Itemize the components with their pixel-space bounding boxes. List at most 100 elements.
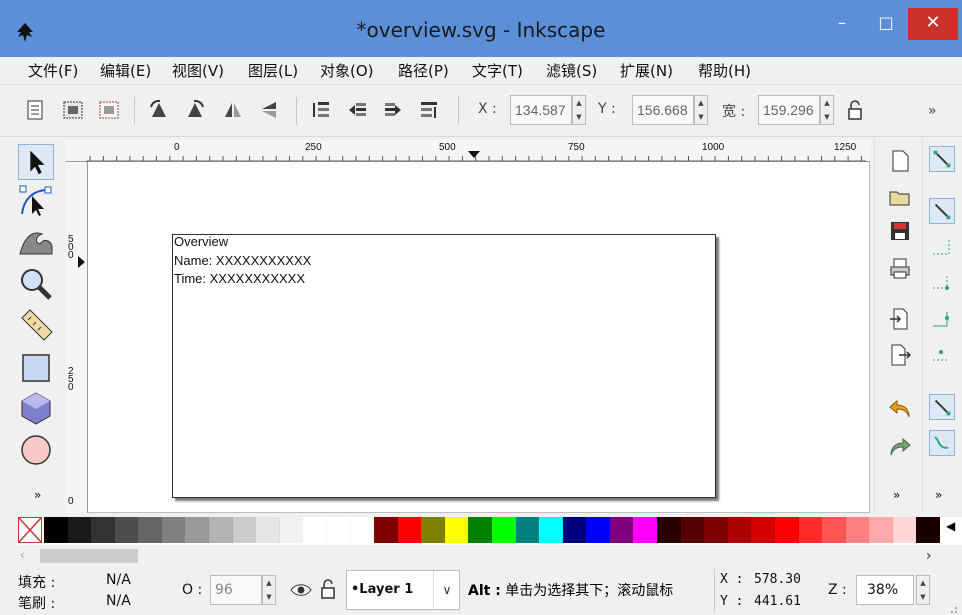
menu-extensions[interactable]: 扩展(N) xyxy=(618,60,675,82)
color-palette[interactable]: ◀ xyxy=(18,517,962,545)
snap-bbox-center-icon[interactable] xyxy=(929,340,955,366)
ellipse-tool[interactable] xyxy=(18,432,54,468)
node-tool[interactable] xyxy=(18,184,54,220)
3d-box-tool[interactable] xyxy=(18,390,54,426)
color-swatch[interactable] xyxy=(209,517,234,543)
scrollbar-thumb[interactable] xyxy=(40,549,138,563)
width-spinner[interactable]: ▲ ▼ xyxy=(820,95,834,125)
color-swatch[interactable] xyxy=(869,517,894,543)
raise-icon[interactable] xyxy=(346,99,368,121)
select-all-icon[interactable] xyxy=(24,99,46,121)
opacity-spinner[interactable]: ▲ ▼ xyxy=(262,575,276,605)
menu-path[interactable]: 路径(P) xyxy=(396,60,451,82)
menu-filters[interactable]: 滤镜(S) xyxy=(544,60,599,82)
color-swatch[interactable] xyxy=(138,517,163,543)
color-swatch[interactable] xyxy=(539,517,564,543)
overview-heading-text[interactable]: Overview xyxy=(174,234,228,249)
toolbox-overflow-button[interactable]: » xyxy=(34,488,41,502)
zoom-tool[interactable] xyxy=(18,266,54,302)
palette-menu-arrow-icon[interactable]: ◀ xyxy=(946,519,955,533)
color-swatch[interactable] xyxy=(185,517,210,543)
color-swatch[interactable] xyxy=(586,517,611,543)
stroke-value[interactable]: N/A xyxy=(106,593,131,609)
color-swatch[interactable] xyxy=(704,517,729,543)
color-swatch[interactable] xyxy=(892,517,917,543)
color-swatch[interactable] xyxy=(279,517,304,543)
export-icon[interactable] xyxy=(887,342,913,368)
name-text[interactable]: Name: XXXXXXXXXXX xyxy=(174,253,311,268)
spin-up-icon[interactable]: ▲ xyxy=(263,576,275,590)
lower-icon[interactable] xyxy=(382,99,404,121)
menu-edit[interactable]: 编辑(E) xyxy=(98,60,153,82)
spin-up-icon[interactable]: ▲ xyxy=(695,96,707,110)
flip-vertical-icon[interactable] xyxy=(258,99,280,121)
color-swatch[interactable] xyxy=(374,517,399,543)
import-icon[interactable] xyxy=(887,306,913,332)
measure-tool[interactable] xyxy=(18,308,54,344)
color-swatch[interactable] xyxy=(444,517,469,543)
spin-up-icon[interactable]: ▲ xyxy=(917,576,929,590)
spin-down-icon[interactable]: ▼ xyxy=(821,110,833,124)
color-swatch[interactable] xyxy=(256,517,281,543)
horizontal-ruler[interactable]: 0 250 500 750 1000 1250 xyxy=(66,140,870,162)
color-swatch[interactable] xyxy=(397,517,422,543)
y-coordinate-input[interactable]: 156.668 xyxy=(632,95,694,125)
color-swatch[interactable] xyxy=(680,517,705,543)
menu-file[interactable]: 文件(F) xyxy=(26,60,80,82)
vertical-ruler[interactable]: 5 0 0 2 5 0 0 xyxy=(66,162,88,513)
eye-icon[interactable] xyxy=(290,580,312,600)
menu-text[interactable]: 文字(T) xyxy=(470,60,525,82)
width-input[interactable]: 159.296 xyxy=(758,95,820,125)
snap-bbox-midpoint-icon[interactable] xyxy=(929,306,955,332)
zoom-spinner[interactable]: ▲ ▼ xyxy=(916,575,930,605)
color-swatch[interactable] xyxy=(751,517,776,543)
fill-value[interactable]: N/A xyxy=(106,572,131,588)
color-swatch[interactable] xyxy=(609,517,634,543)
color-swatch[interactable] xyxy=(492,517,516,543)
color-swatch[interactable] xyxy=(774,517,799,543)
minimize-button[interactable]: – xyxy=(820,8,864,40)
rotate-cw-icon[interactable] xyxy=(184,99,206,121)
layer-lock-icon[interactable] xyxy=(318,578,338,600)
color-swatch[interactable] xyxy=(845,517,870,543)
open-folder-icon[interactable] xyxy=(887,184,913,210)
color-swatch[interactable] xyxy=(515,517,540,543)
spin-down-icon[interactable]: ▼ xyxy=(695,110,707,124)
color-swatch[interactable] xyxy=(232,517,257,543)
snap-paths-icon[interactable] xyxy=(929,430,955,456)
menu-layer[interactable]: 图层(L) xyxy=(246,60,300,82)
rectangle-tool[interactable] xyxy=(18,350,54,386)
color-swatch[interactable] xyxy=(326,517,351,543)
layer-dropdown[interactable]: •Layer 1 ∨ xyxy=(346,570,460,610)
color-swatch[interactable] xyxy=(916,517,941,543)
zoom-input[interactable]: 38% xyxy=(856,575,914,605)
select-all-layers-icon[interactable] xyxy=(62,99,84,121)
color-swatch[interactable] xyxy=(114,517,139,543)
color-swatch[interactable] xyxy=(421,517,446,543)
new-document-icon[interactable] xyxy=(887,148,913,174)
scroll-left-arrow-icon[interactable]: ‹ xyxy=(20,548,25,562)
resize-grip-icon[interactable] xyxy=(946,602,958,614)
snap-overflow-button[interactable]: » xyxy=(935,488,942,502)
spin-down-icon[interactable]: ▼ xyxy=(917,590,929,604)
y-coordinate-spinner[interactable]: ▲ ▼ xyxy=(694,95,708,125)
color-swatch[interactable] xyxy=(44,517,68,543)
color-swatch[interactable] xyxy=(798,517,823,543)
undo-icon[interactable] xyxy=(887,396,913,422)
selector-tool[interactable] xyxy=(18,144,54,180)
opacity-input[interactable]: 96 xyxy=(210,575,262,605)
snap-nodes-icon[interactable] xyxy=(929,394,955,420)
color-swatch[interactable] xyxy=(91,517,116,543)
toolbar-overflow-button[interactable]: » xyxy=(928,103,937,119)
color-swatch[interactable] xyxy=(67,517,92,543)
color-swatch[interactable] xyxy=(727,517,752,543)
color-swatch[interactable] xyxy=(562,517,587,543)
lower-to-bottom-icon[interactable] xyxy=(418,99,440,121)
color-swatch[interactable] xyxy=(657,517,682,543)
menu-object[interactable]: 对象(O) xyxy=(318,60,376,82)
spin-up-icon[interactable]: ▲ xyxy=(821,96,833,110)
x-coordinate-input[interactable]: 134.587 xyxy=(510,95,572,125)
close-button[interactable]: ✕ xyxy=(908,8,958,40)
spin-down-icon[interactable]: ▼ xyxy=(263,590,275,604)
menu-view[interactable]: 视图(V) xyxy=(170,60,226,82)
